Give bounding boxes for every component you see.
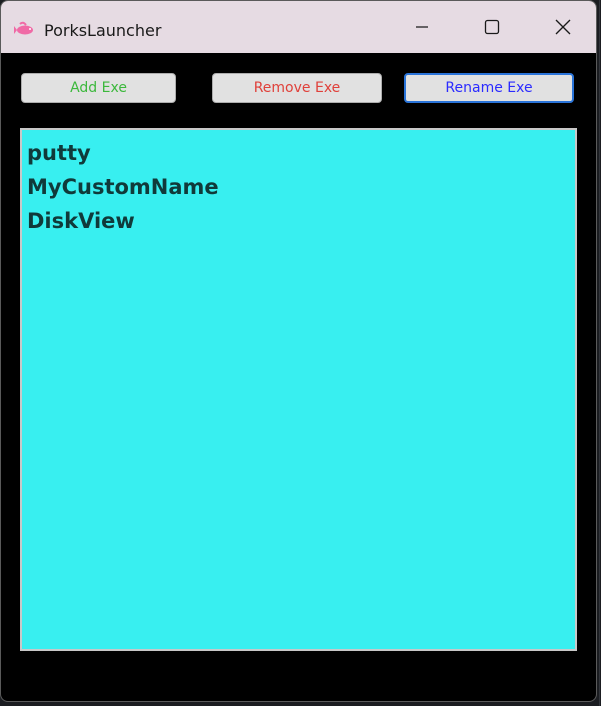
close-button[interactable] [540,1,586,53]
list-item[interactable]: putty [27,136,575,170]
add-exe-button[interactable]: Add Exe [21,73,176,103]
title-bar[interactable]: PorksLauncher [1,1,596,53]
app-window: PorksLauncher Add Exe Remove Exe Rename … [0,0,597,702]
remove-exe-button[interactable]: Remove Exe [212,73,382,103]
maximize-icon [484,19,500,35]
list-item[interactable]: MyCustomName [27,170,575,204]
app-pink-fish-icon [14,21,33,35]
minimize-button[interactable] [399,1,445,53]
rename-exe-button[interactable]: Rename Exe [404,73,574,103]
exe-listbox[interactable]: putty MyCustomName DiskView [20,128,577,651]
window-title: PorksLauncher [44,21,162,40]
maximize-button[interactable] [469,1,515,53]
list-item[interactable]: DiskView [27,204,575,238]
close-icon [555,19,571,35]
minimize-icon [416,26,428,28]
